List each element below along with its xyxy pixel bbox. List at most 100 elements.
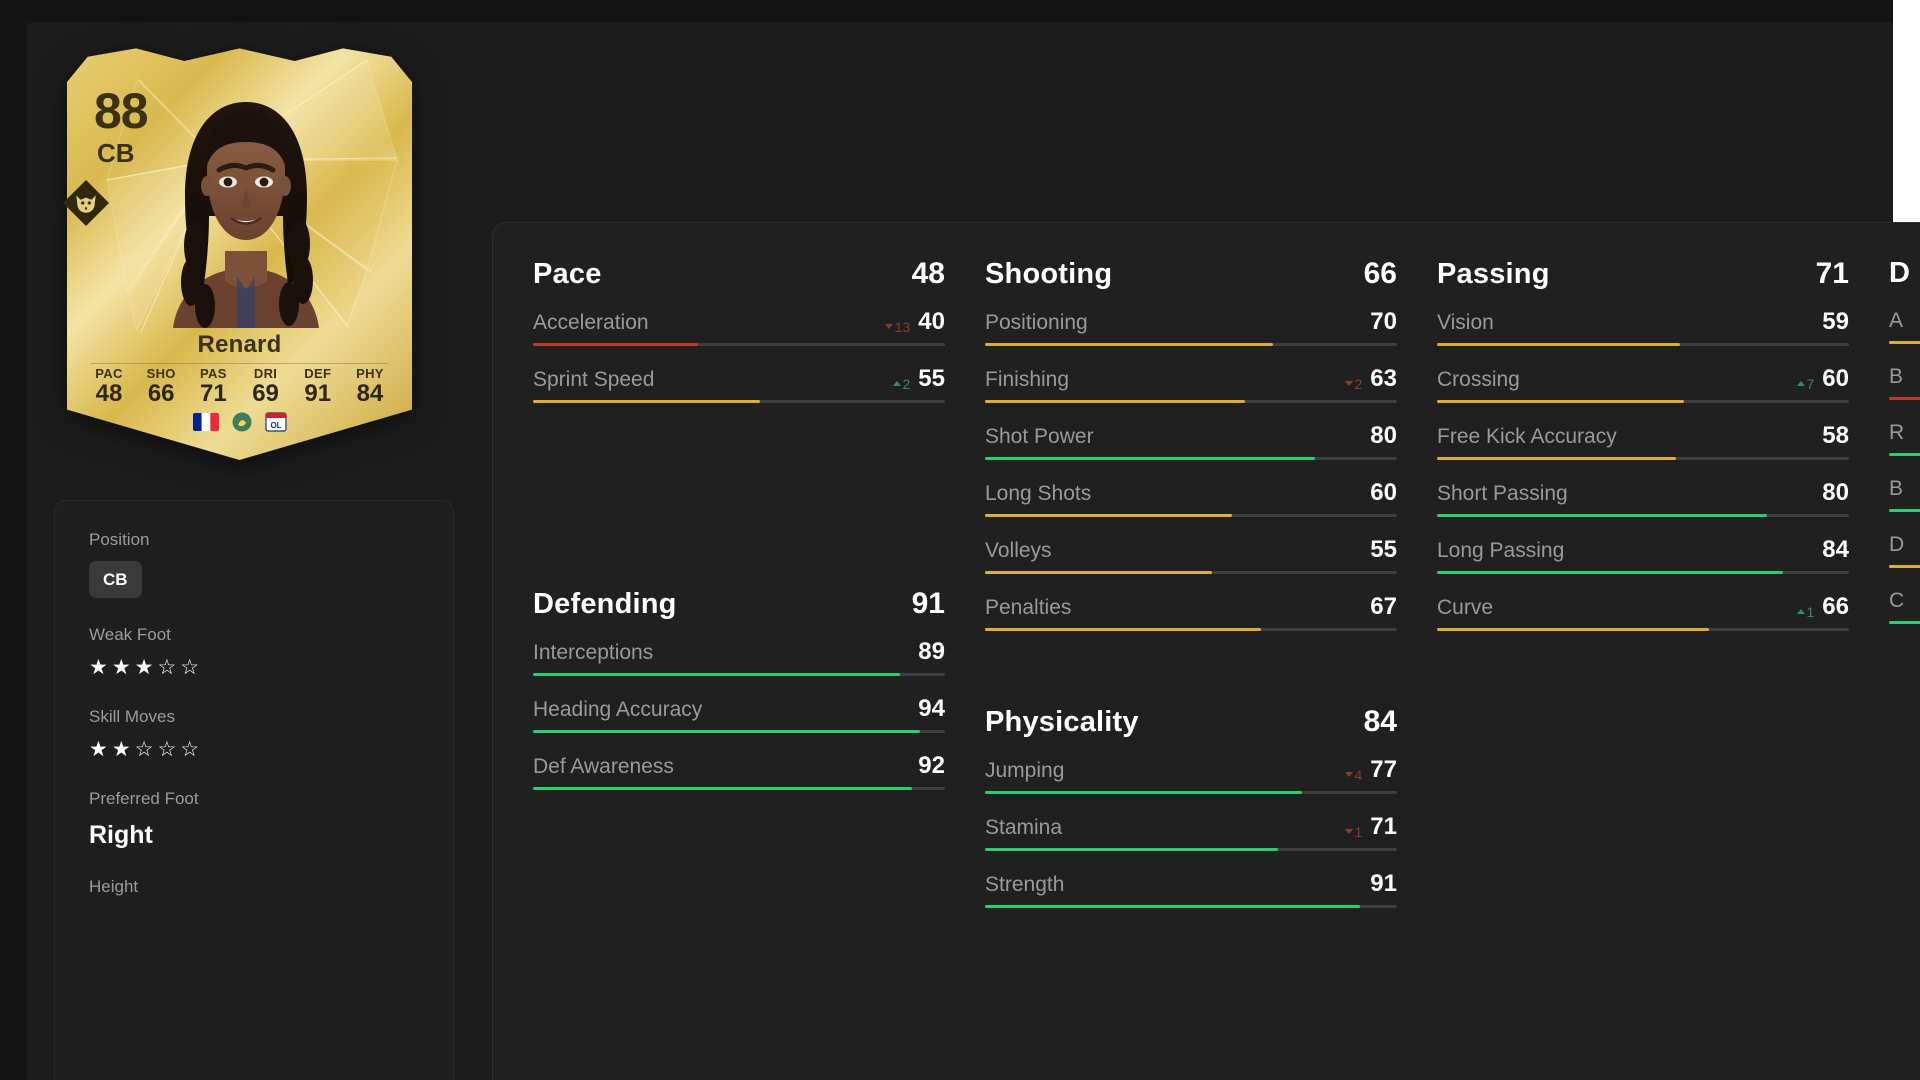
stat-label: Free Kick Accuracy — [1437, 425, 1617, 448]
stat-row: Interceptions 89 — [533, 639, 945, 666]
stat-value: 92 — [918, 752, 945, 779]
category-value: 48 — [911, 257, 945, 290]
stat-category: Physicality 84 Jumping 4 77 Stamina 1 71 Strengt… — [985, 705, 1397, 908]
stats-grid: Pace 48 Acceleration 13 40 Sprint Speed 2 55 Def… — [533, 257, 1920, 928]
column-spacer — [533, 423, 945, 501]
stat-item: Stamina 1 71 — [985, 814, 1397, 851]
stat-value-group: 2 55 — [892, 365, 945, 392]
category-name: Physicality — [985, 706, 1139, 738]
stat-item: Shot Power 80 — [985, 423, 1397, 460]
stat-value: 59 — [1822, 308, 1849, 335]
stat-bar-track — [1889, 509, 1920, 512]
stat-item: Def Awareness 92 — [533, 753, 945, 790]
stat-item: Penalties 67 — [985, 594, 1397, 631]
stat-value-group: 84 — [1822, 537, 1849, 563]
stat-label: A — [1889, 309, 1904, 332]
stat-bar-fill — [533, 400, 760, 403]
category-value: 71 — [1815, 257, 1849, 290]
category-header: Shooting 66 — [985, 257, 1397, 291]
card-badge-row: OL — [81, 411, 398, 433]
player-card[interactable]: 88 CB Renard PAC 48 SHO 66 PAS 71 DRI 69… — [63, 40, 412, 460]
stat-bar-fill — [1437, 514, 1767, 517]
stat-value-group: 89 — [918, 639, 945, 665]
stat-bar-fill — [1889, 565, 1920, 568]
stat-value: 71 — [1370, 813, 1397, 840]
stat-value-group: 2 63 — [1344, 366, 1397, 392]
stat-row: Sprint Speed 2 55 — [533, 366, 945, 393]
stat-bar-track — [1437, 514, 1849, 517]
stat-row: Def Awareness 92 — [533, 753, 945, 780]
stat-label: Short Passing — [1437, 482, 1568, 505]
stat-item: Sprint Speed 2 55 — [533, 366, 945, 403]
player-left-column: 88 CB Renard PAC 48 SHO 66 PAS 71 DRI 69… — [27, 22, 462, 1080]
card-lower-panel: Renard PAC 48 SHO 66 PAS 71 DRI 69 DEF 9… — [81, 330, 398, 442]
stat-row: D — [1889, 532, 1920, 558]
stat-label: Vision — [1437, 311, 1494, 334]
category-header: Pace 48 — [533, 257, 945, 291]
delta-down-icon: 2 — [1344, 377, 1362, 391]
stat-label: Long Passing — [1437, 539, 1565, 562]
stat-bar-track — [1437, 628, 1849, 631]
stat-bar-track — [533, 730, 945, 733]
stat-item: Long Shots 60 — [985, 480, 1397, 517]
delta-up-icon: 2 — [892, 377, 910, 391]
stat-item: Short Passing 80 — [1437, 480, 1849, 517]
stat-row: Volleys 55 — [985, 537, 1397, 564]
stat-label: Interceptions — [533, 641, 654, 664]
category-value: 66 — [1363, 257, 1397, 290]
stat-bar-fill — [985, 343, 1274, 346]
card-stat-pas: PAS 71 — [200, 366, 227, 407]
stat-category: Passing 71 Vision 59 Crossing 7 60 Free Kick Ac… — [1437, 257, 1849, 631]
france-flag-icon — [192, 413, 219, 431]
category-value: 91 — [911, 587, 945, 620]
category-header: Passing 71 — [1437, 257, 1849, 291]
stat-value-group: 67 — [1370, 594, 1397, 620]
stat-bar-track — [1889, 453, 1920, 456]
stat-item: B — [1889, 476, 1920, 512]
stats-column-4-cutoff: DABRBDC — [1889, 257, 1920, 928]
stat-value: 67 — [1370, 593, 1397, 620]
stat-label: Long Shots — [985, 482, 1092, 505]
stat-row: Heading Accuracy 94 — [533, 696, 945, 723]
stat-bar-fill — [1889, 397, 1920, 400]
stat-value-group: 55 — [1370, 537, 1397, 563]
stat-row: Strength 91 — [985, 871, 1397, 898]
stat-bar-fill — [985, 571, 1212, 574]
position-chip[interactable]: CB — [89, 561, 142, 598]
stat-category: Pace 48 Acceleration 13 40 Sprint Speed 2 55 — [533, 257, 945, 403]
info-weak-foot-label: Weak Foot — [89, 625, 171, 644]
card-position: CB — [97, 138, 135, 168]
stat-row: Stamina 1 71 — [985, 814, 1397, 841]
stat-bar-track — [985, 457, 1397, 460]
category-header: D — [1889, 257, 1920, 290]
stat-label: C — [1889, 589, 1905, 612]
stat-item: B — [1889, 364, 1920, 400]
card-divider — [91, 363, 388, 364]
stat-bar-fill — [533, 787, 913, 790]
window-left-strip — [0, 0, 27, 1080]
stat-value-group: 70 — [1370, 309, 1397, 335]
stat-label: D — [1889, 533, 1905, 556]
preferred-foot-value: Right — [89, 821, 153, 849]
stat-value: 55 — [918, 365, 945, 392]
weak-foot-stars: ★★★☆☆ — [89, 656, 204, 679]
stat-value-group: 13 40 — [884, 309, 945, 335]
stat-item: Strength 91 — [985, 871, 1397, 908]
stat-item: Acceleration 13 40 — [533, 309, 945, 346]
stat-bar-track — [985, 905, 1397, 908]
stat-bar-fill — [1437, 571, 1784, 574]
card-stat-def: DEF 91 — [304, 366, 332, 407]
stat-bar-track — [1889, 565, 1920, 568]
stat-row: Jumping 4 77 — [985, 757, 1397, 784]
column-gap — [533, 501, 945, 587]
stat-bar-track — [533, 787, 945, 790]
stat-item: Jumping 4 77 — [985, 757, 1397, 794]
card-stat-phy: PHY 84 — [356, 366, 384, 407]
category-name: D — [1889, 257, 1911, 289]
stat-value-group: 1 66 — [1796, 594, 1849, 620]
stat-bar-track — [1437, 457, 1849, 460]
stat-item: A — [1889, 308, 1920, 344]
stat-bar-fill — [985, 457, 1315, 460]
stat-value-group: 91 — [1370, 871, 1397, 897]
player-info-panel: Position CB Weak Foot ★★★☆☆ Skill Moves … — [54, 500, 454, 1080]
